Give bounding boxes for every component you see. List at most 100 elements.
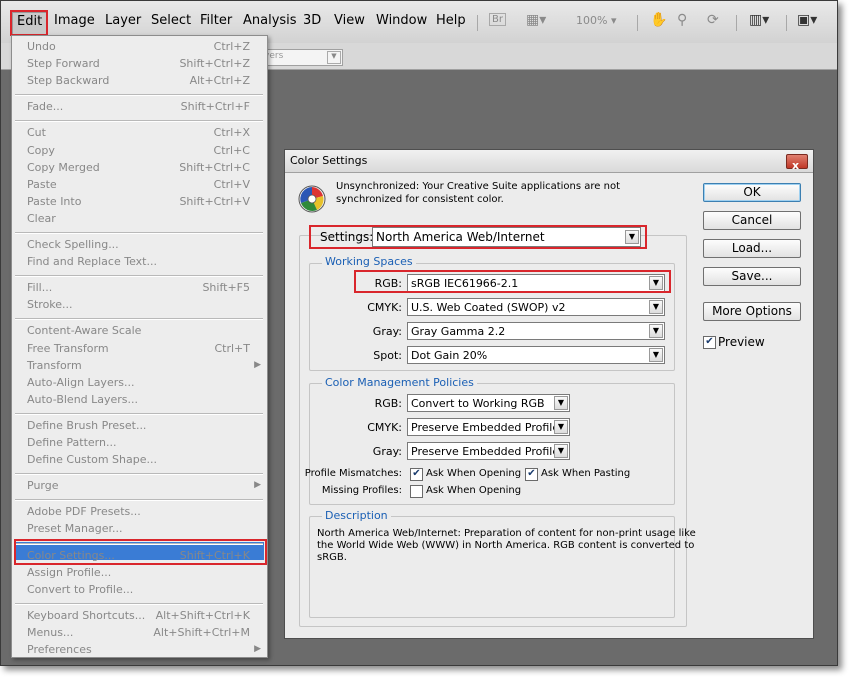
policy-gray-select[interactable]: Preserve Embedded Profiles ▼ <box>407 442 570 460</box>
menu-item-check-spelling[interactable]: Check Spelling... <box>27 238 119 251</box>
menu-item-assign-profile[interactable]: Assign Profile... <box>27 566 111 579</box>
menu-item-define-pattern[interactable]: Define Pattern... <box>27 436 116 449</box>
menu-shortcut-copy-merged: Shift+Ctrl+C <box>179 160 250 174</box>
menu-item-undo[interactable]: Undo <box>27 40 56 53</box>
description-line1: North America Web/Internet: Preparation … <box>317 528 696 539</box>
menu-view[interactable]: View <box>334 13 365 28</box>
chevron-down-icon: ▼ <box>649 300 663 314</box>
menu-item-copy-merged[interactable]: Copy Merged <box>27 161 100 174</box>
cancel-button[interactable]: Cancel <box>703 211 801 230</box>
checkmark-icon: ✔ <box>705 336 714 347</box>
submenu-arrow-icon: ▶ <box>254 644 261 654</box>
description-line2: the World Wide Web (WWW) in North Americ… <box>317 540 695 551</box>
save-button[interactable]: Save... <box>703 267 801 286</box>
submenu-arrow-icon: ▶ <box>254 359 261 370</box>
menu-separator <box>15 94 263 97</box>
menu-separator <box>15 318 263 321</box>
menu-shortcut-menus: Alt+Shift+Ctrl+M <box>153 625 250 639</box>
mismatch-ask-pasting-label: Ask When Pasting <box>541 468 631 479</box>
menu-window[interactable]: Window <box>376 13 427 28</box>
preview-label: Preview <box>718 335 765 349</box>
menu-item-fade[interactable]: Fade... <box>27 100 63 113</box>
mismatch-ask-pasting-checkbox[interactable]: ✔ <box>525 468 538 481</box>
chevron-down-icon: ▼ <box>649 348 663 362</box>
ws-gray-select[interactable]: Gray Gamma 2.2 ▼ <box>407 322 665 340</box>
menu-image[interactable]: Image <box>54 13 95 28</box>
menu-item-free-transform[interactable]: Free Transform <box>27 342 109 355</box>
screen-mode-icon[interactable]: ▣▾ <box>797 12 817 28</box>
mismatch-ask-opening-checkbox[interactable]: ✔ <box>410 468 423 481</box>
menu-item-define-custom-shape[interactable]: Define Custom Shape... <box>27 453 157 466</box>
toolbar-separator <box>786 15 787 31</box>
menu-item-cut[interactable]: Cut <box>27 126 46 139</box>
menu-item-keyboard-shortcuts[interactable]: Keyboard Shortcuts... <box>27 609 145 622</box>
sync-message-line1: Unsynchronized: Your Creative Suite appl… <box>336 181 621 192</box>
menu-item-copy[interactable]: Copy <box>27 144 55 157</box>
chevron-down-icon: ▼ <box>327 51 341 64</box>
annotation-color-settings-highlight <box>14 539 267 565</box>
close-button[interactable]: x <box>786 154 808 172</box>
toolbar-separator <box>637 15 638 31</box>
menu-item-preferences[interactable]: Preferences <box>27 643 92 656</box>
checkmark-icon: ✔ <box>527 468 536 479</box>
menu-separator <box>15 499 263 502</box>
menu-separator <box>15 275 263 278</box>
menu-item-fill[interactable]: Fill... <box>27 281 52 294</box>
menu-shortcut-undo: Ctrl+Z <box>213 40 250 53</box>
policy-cmyk-value: Preserve Embedded Profiles <box>411 421 565 434</box>
menu-item-find-and-replace-text[interactable]: Find and Replace Text... <box>27 255 157 268</box>
bridge-icon[interactable]: Br <box>489 13 506 26</box>
menu-shortcut-step-forward: Shift+Ctrl+Z <box>179 57 250 71</box>
menu-item-auto-blend-layers[interactable]: Auto-Blend Layers... <box>27 393 138 406</box>
zoom-tool-icon[interactable]: ⚲ <box>677 12 687 28</box>
filmstrip-icon[interactable]: ▦▾ <box>526 12 546 28</box>
menu-item-convert-to-profile[interactable]: Convert to Profile... <box>27 583 133 596</box>
chevron-down-icon: ▼ <box>554 396 568 410</box>
menu-select[interactable]: Select <box>151 13 191 28</box>
menu-item-step-forward[interactable]: Step Forward <box>27 57 100 70</box>
preview-checkbox[interactable]: ✔ <box>703 336 716 349</box>
menu-item-paste-into[interactable]: Paste Into <box>27 195 81 208</box>
layers-field[interactable]: yers ▼ <box>259 49 343 66</box>
menu-layer[interactable]: Layer <box>105 13 141 28</box>
load-button[interactable]: Load... <box>703 239 801 258</box>
menu-item-step-backward[interactable]: Step Backward <box>27 74 109 87</box>
menu-shortcut-fill: Shift+F5 <box>202 281 250 295</box>
menu-3d[interactable]: 3D <box>303 13 321 28</box>
more-options-button[interactable]: More Options <box>703 302 801 321</box>
ok-button[interactable]: OK <box>703 183 801 202</box>
menu-item-auto-align-layers[interactable]: Auto-Align Layers... <box>27 376 134 389</box>
policy-rgb-select[interactable]: Convert to Working RGB ▼ <box>407 394 570 412</box>
description-line3: sRGB. <box>317 552 347 563</box>
ws-gray-value: Gray Gamma 2.2 <box>411 325 506 338</box>
annotation-edit-highlight <box>10 10 48 36</box>
menu-separator <box>15 232 263 234</box>
ws-cmyk-value: U.S. Web Coated (SWOP) v2 <box>411 301 566 314</box>
menu-item-content-aware-scale[interactable]: Content-Aware Scale <box>27 324 141 337</box>
ws-spot-select[interactable]: Dot Gain 20% ▼ <box>407 346 665 364</box>
policy-cmyk-select[interactable]: Preserve Embedded Profiles ▼ <box>407 418 570 436</box>
rotate-view-icon[interactable]: ⟳ <box>707 12 719 28</box>
menu-item-preset-manager[interactable]: Preset Manager... <box>27 522 123 535</box>
menu-item-define-brush-preset[interactable]: Define Brush Preset... <box>27 419 146 432</box>
ws-cmyk-select[interactable]: U.S. Web Coated (SWOP) v2 ▼ <box>407 298 665 316</box>
menu-item-purge[interactable]: Purge <box>27 479 59 492</box>
annotation-rgb-highlight <box>354 270 671 293</box>
menu-item-paste[interactable]: Paste <box>27 178 57 191</box>
menu-help[interactable]: Help <box>436 13 466 28</box>
missing-ask-opening-checkbox[interactable] <box>410 485 423 498</box>
menu-item-adobe-pdf-presets[interactable]: Adobe PDF Presets... <box>27 505 141 518</box>
menu-item-stroke[interactable]: Stroke... <box>27 298 73 311</box>
menu-filter[interactable]: Filter <box>200 13 232 28</box>
menu-analysis[interactable]: Analysis <box>243 13 297 28</box>
arrange-documents-icon[interactable]: ▥▾ <box>749 12 769 28</box>
chevron-down-icon: ▼ <box>554 420 568 434</box>
menu-item-menus[interactable]: Menus... <box>27 626 73 639</box>
menu-item-transform[interactable]: Transform <box>27 359 82 372</box>
zoom-level[interactable]: 100% ▾ <box>576 14 616 27</box>
ws-spot-value: Dot Gain 20% <box>411 349 488 362</box>
working-spaces-title: Working Spaces <box>322 255 416 268</box>
menu-item-clear[interactable]: Clear <box>27 212 56 225</box>
hand-icon[interactable]: ✋ <box>650 12 667 28</box>
toolbar-separator <box>477 15 478 31</box>
